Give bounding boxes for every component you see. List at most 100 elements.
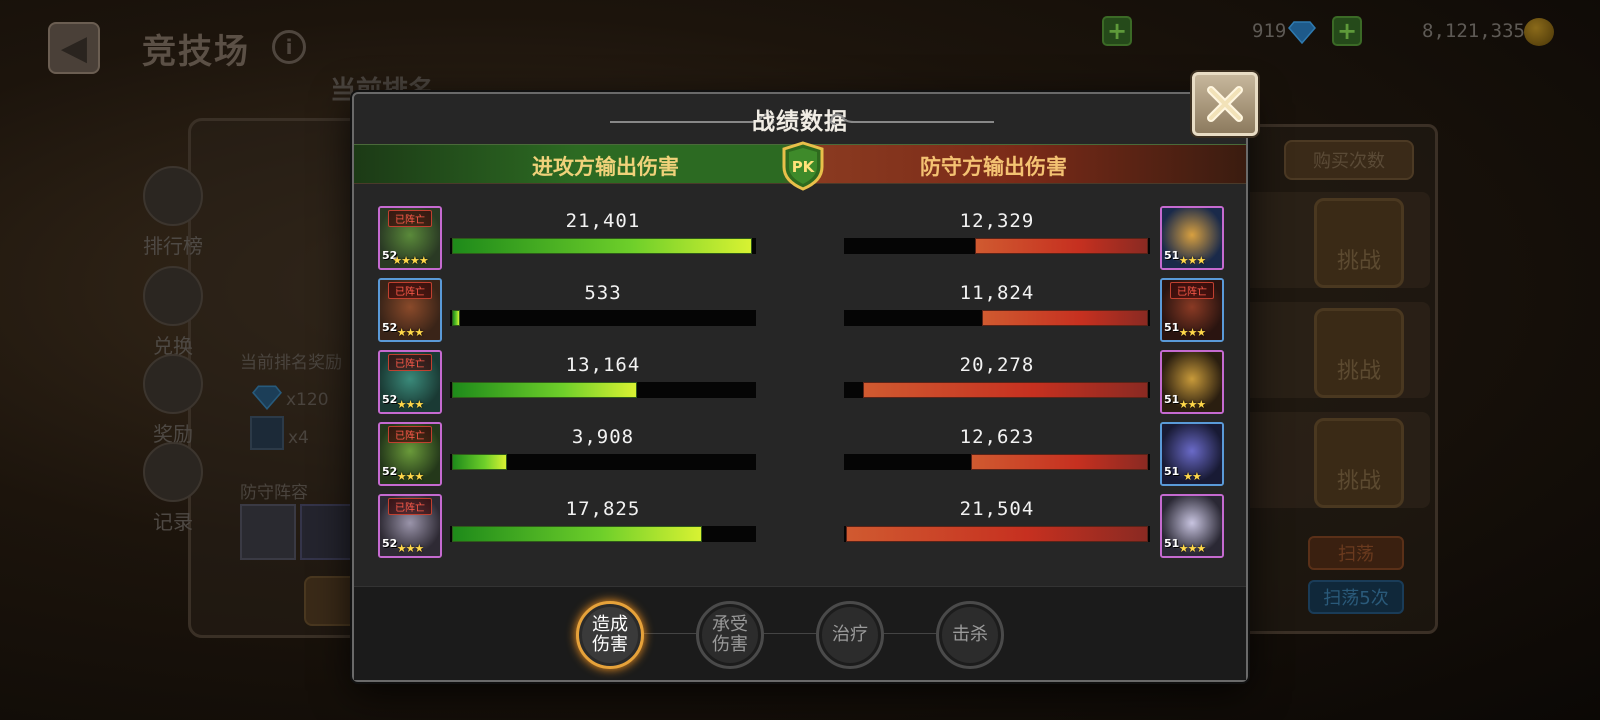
defender-damage-bar-fill <box>863 382 1148 398</box>
defender-damage-bar <box>844 310 1150 326</box>
dead-tag: 已阵亡 <box>388 354 432 371</box>
stat-tabs-bar: 造成 伤害 承受 伤害 治疗 击杀 <box>354 586 1246 680</box>
record-icon <box>143 442 203 502</box>
attacker-damage-bar-fill <box>452 310 460 326</box>
reward-item-icon <box>250 416 284 450</box>
gem-icon <box>1288 21 1316 44</box>
defender-damage-bar-fill <box>971 454 1148 470</box>
back-arrow-icon: ◀ <box>60 28 88 68</box>
attacker-damage-bar <box>450 238 756 254</box>
damage-row: 已阵亡 52 ★★★ 3,908 12,623 51 ★★ <box>354 422 1246 492</box>
damage-row: 已阵亡 52 ★★★ 533 11,824 已阵亡 51 ★★★ <box>354 278 1246 348</box>
coin-count: 8,121,335 <box>1422 20 1525 42</box>
defender-damage-bar-fill <box>975 238 1148 254</box>
attacker-damage-bar-fill <box>452 454 507 470</box>
record-label: 记录 <box>153 510 193 534</box>
coin-icon <box>1524 18 1554 46</box>
tab-label: 治疗 <box>832 624 868 645</box>
hero-stars: ★★ <box>1183 470 1202 483</box>
info-icon[interactable]: i <box>272 30 306 64</box>
defender-damage-bar <box>844 382 1150 398</box>
defense-lineup-label: 防守阵容 <box>240 483 308 503</box>
pk-shield-icon: PK <box>782 141 824 191</box>
hero-stars: ★★★ <box>396 470 425 483</box>
defender-hero-avatar[interactable]: 已阵亡 51 ★★★ <box>1160 278 1224 342</box>
record-menu[interactable]: 记录 <box>138 442 208 535</box>
attacker-damage-bar <box>450 310 756 326</box>
reward-icon <box>143 354 203 414</box>
damage-row: 已阵亡 52 ★★★ 13,164 20,278 51 ★★★ <box>354 350 1246 420</box>
attacker-hero-avatar[interactable]: 已阵亡 52 ★★★ <box>378 278 442 342</box>
buy-times-button[interactable]: 购买次数 <box>1284 140 1414 180</box>
defender-damage-bar <box>844 526 1150 542</box>
dead-tag: 已阵亡 <box>388 426 432 443</box>
leaderboard-icon <box>143 166 203 226</box>
add-gems-button[interactable]: + <box>1102 16 1132 46</box>
attacker-damage-bar <box>450 382 756 398</box>
hero-stars: ★★★ <box>1178 326 1207 339</box>
attacker-damage-bar <box>450 526 756 542</box>
tab-damage-dealt[interactable]: 造成 伤害 <box>576 601 644 669</box>
battle-stats-dialog: 战绩数据 进攻方输出伤害 PK 防守方输出伤害 已阵亡 52 ★★★★ 21,401 1… <box>352 92 1248 682</box>
tab-kills[interactable]: 击杀 <box>936 601 1004 669</box>
hero-stars: ★★★★ <box>392 254 428 267</box>
sweep-button[interactable]: 扫荡 <box>1308 536 1404 570</box>
dialog-title: 战绩数据 <box>752 109 848 135</box>
exchange-icon <box>143 266 203 326</box>
attacker-damage-bar <box>450 454 756 470</box>
attacker-damage-value: 3,908 <box>571 426 635 448</box>
tab-label: 承受 伤害 <box>712 614 748 655</box>
defender-damage-value: 12,329 <box>959 210 1035 232</box>
hero-stars: ★★★ <box>1178 254 1207 267</box>
defender-damage-bar <box>844 238 1150 254</box>
hero-stars: ★★★ <box>1178 398 1207 411</box>
dead-tag: 已阵亡 <box>388 282 432 299</box>
attacker-hero-avatar[interactable]: 已阵亡 52 ★★★★ <box>378 206 442 270</box>
challenge-button[interactable]: 挑战 <box>1314 198 1404 288</box>
reward-gem-icon <box>252 385 282 410</box>
defender-damage-value: 11,824 <box>959 282 1035 304</box>
attacker-damage-value: 21,401 <box>565 210 641 232</box>
reward-gem-count: x120 <box>286 390 329 410</box>
challenge-button[interactable]: 挑战 <box>1314 308 1404 398</box>
tab-healing[interactable]: 治疗 <box>816 601 884 669</box>
gem-count: 919 <box>1252 20 1287 42</box>
exchange-menu[interactable]: 兑换 <box>138 266 208 359</box>
defender-hero-avatar[interactable]: 51 ★★★ <box>1160 494 1224 558</box>
reward-menu[interactable]: 奖励 <box>138 354 208 447</box>
dead-tag: 已阵亡 <box>388 498 432 515</box>
attacker-header: 进攻方输出伤害 <box>532 155 679 179</box>
hero-stars: ★★★ <box>396 398 425 411</box>
defender-damage-bar-fill <box>982 310 1148 326</box>
challenge-button[interactable]: 挑战 <box>1314 418 1404 508</box>
attacker-hero-avatar[interactable]: 已阵亡 52 ★★★ <box>378 422 442 486</box>
dead-tag: 已阵亡 <box>1170 282 1214 299</box>
defender-hero-avatar[interactable]: 51 ★★★ <box>1160 350 1224 414</box>
defense-hero-2 <box>300 504 356 560</box>
tab-connector-line <box>644 633 964 634</box>
attacker-hero-avatar[interactable]: 已阵亡 52 ★★★ <box>378 350 442 414</box>
defender-damage-value: 20,278 <box>959 354 1035 376</box>
leaderboard-menu[interactable]: 排行榜 <box>138 166 208 259</box>
column-header-band: 进攻方输出伤害 PK 防守方输出伤害 <box>354 141 1246 191</box>
hero-stars: ★★★ <box>1178 542 1207 555</box>
defender-hero-avatar[interactable]: 51 ★★ <box>1160 422 1224 486</box>
tab-damage-taken[interactable]: 承受 伤害 <box>696 601 764 669</box>
attacker-hero-avatar[interactable]: 已阵亡 52 ★★★ <box>378 494 442 558</box>
back-button[interactable]: ◀ <box>48 22 100 74</box>
sweep-5-button[interactable]: 扫荡5次 <box>1308 580 1404 614</box>
attacker-damage-value: 17,825 <box>565 498 641 520</box>
defender-header: 防守方输出伤害 <box>920 155 1067 179</box>
defender-damage-value: 21,504 <box>959 498 1035 520</box>
add-coins-button[interactable]: + <box>1332 16 1362 46</box>
rank-reward-label: 当前排名奖励 <box>240 353 342 373</box>
attacker-damage-value: 13,164 <box>565 354 641 376</box>
arena-title: 竞技场 <box>142 32 250 72</box>
close-button[interactable] <box>1192 72 1258 136</box>
tab-label: 造成 伤害 <box>592 614 628 655</box>
attacker-damage-bar-fill <box>452 238 752 254</box>
reward-item-count: x4 <box>288 428 309 448</box>
dead-tag: 已阵亡 <box>388 210 432 227</box>
defender-hero-avatar[interactable]: 51 ★★★ <box>1160 206 1224 270</box>
defender-damage-value: 12,623 <box>959 426 1035 448</box>
